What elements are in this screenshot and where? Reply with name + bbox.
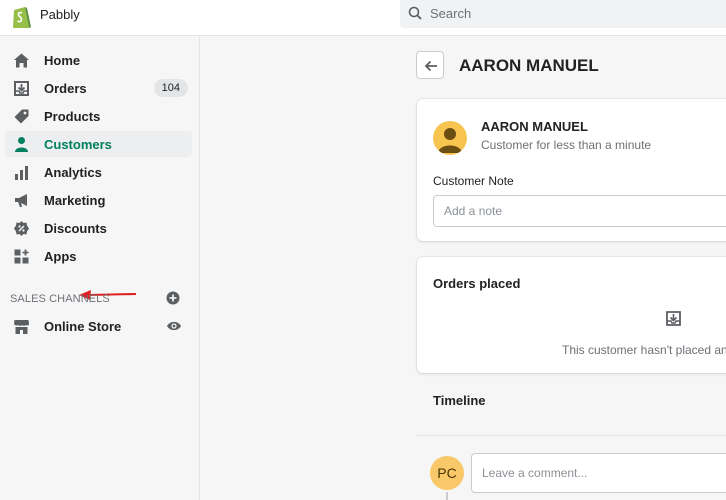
customer-card: AARON MANUEL Customer for less than a mi…: [417, 99, 726, 241]
sidebar-item-label: Customers: [44, 137, 112, 152]
sidebar-item-label: Marketing: [44, 193, 106, 208]
orders-icon: [14, 81, 29, 96]
sidebar-item-customers[interactable]: Customers: [5, 131, 192, 157]
sidebar-item-label: Home: [44, 53, 81, 68]
sidebar-item-analytics[interactable]: Analytics: [5, 159, 192, 185]
search-icon: [408, 6, 422, 20]
sidebar-item-label: Online Store: [44, 319, 122, 334]
megaphone-icon: [15, 194, 27, 207]
customer-name: AARON MANUEL: [481, 119, 588, 134]
back-button[interactable]: [416, 51, 444, 79]
discount-icon: [14, 221, 29, 236]
person-icon: [15, 137, 28, 152]
orders-count-badge: 104: [153, 79, 188, 97]
sidebar-item-label: Analytics: [44, 165, 102, 180]
sidebar-item-orders[interactable]: Orders 104: [5, 75, 192, 101]
sidebar-item-online-store[interactable]: Online Store: [5, 313, 192, 339]
sidebar-item-label: Discounts: [44, 221, 107, 236]
sidebar-item-marketing[interactable]: Marketing: [5, 187, 192, 213]
comment-input[interactable]: [471, 453, 726, 493]
page-title: AARON MANUEL: [459, 56, 599, 75]
orders-empty-message: This customer hasn't placed any: [562, 343, 726, 357]
arrow-left-icon: [424, 60, 437, 72]
shopify-logo[interactable]: [10, 4, 32, 30]
customer-avatar: [433, 121, 467, 155]
sales-channels-heading: SALES CHANNELS: [10, 293, 110, 305]
top-bar: Pabbly Search: [0, 0, 726, 36]
person-icon: [438, 128, 462, 153]
orders-icon: [666, 311, 681, 326]
customer-note-label: Customer Note: [433, 174, 514, 188]
orders-placed-card: Orders placed This customer hasn't place…: [417, 257, 726, 373]
bar-chart-icon: [15, 166, 28, 180]
sidebar-item-label: Apps: [44, 249, 77, 264]
main-content: AARON MANUEL AARON MANUEL Customer for l…: [201, 37, 726, 500]
sidebar-item-home[interactable]: Home: [5, 47, 192, 73]
search-bar[interactable]: Search: [400, 0, 726, 28]
orders-placed-heading: Orders placed: [433, 276, 521, 291]
home-icon: [14, 53, 29, 68]
add-circle-icon[interactable]: [166, 291, 180, 305]
apps-icon: [14, 249, 29, 264]
sidebar: Home Orders 104 Products Customers Analy…: [0, 37, 200, 500]
store-icon: [14, 320, 29, 334]
user-avatar: PC: [430, 456, 464, 490]
eye-icon[interactable]: [166, 319, 182, 333]
customer-note-input[interactable]: [433, 195, 726, 227]
timeline-connector: [446, 492, 448, 500]
store-name[interactable]: Pabbly: [40, 7, 80, 22]
sidebar-item-discounts[interactable]: Discounts: [5, 215, 192, 241]
search-placeholder: Search: [430, 6, 472, 21]
timeline-heading: Timeline: [433, 393, 486, 408]
timeline-divider: [417, 435, 726, 436]
sidebar-item-label: Orders: [44, 81, 87, 96]
sidebar-item-label: Products: [44, 109, 101, 124]
tag-icon: [14, 109, 29, 124]
sidebar-item-apps[interactable]: Apps: [5, 243, 192, 269]
sidebar-item-products[interactable]: Products: [5, 103, 192, 129]
customer-since: Customer for less than a minute: [481, 138, 652, 152]
